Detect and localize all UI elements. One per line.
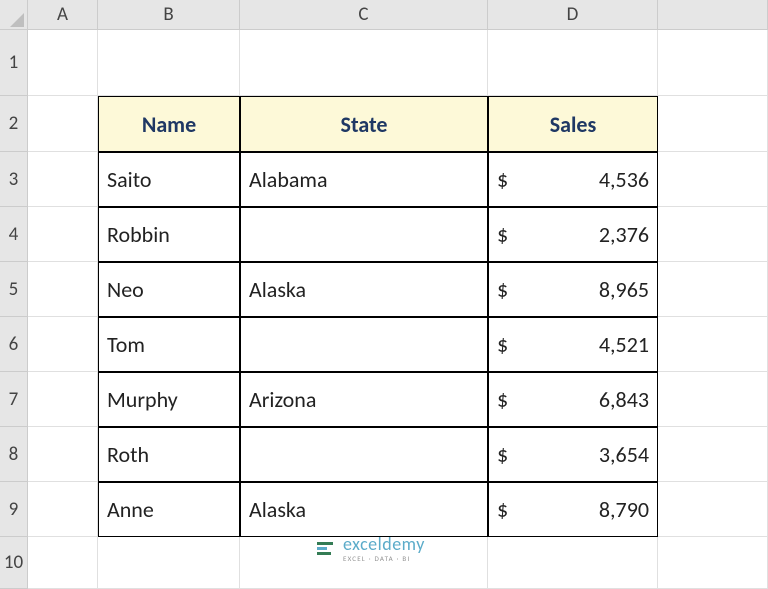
cell-E4[interactable]: [658, 207, 768, 262]
col-header-A[interactable]: A: [28, 0, 98, 29]
cell-E1[interactable]: [658, 30, 768, 96]
exceldemy-watermark: exceldemy EXCEL · DATA · BI: [315, 535, 425, 562]
header-name[interactable]: Name: [98, 96, 240, 152]
cell-D1[interactable]: [488, 30, 658, 96]
currency-symbol: $: [497, 276, 508, 303]
sales-value: 2,376: [599, 221, 649, 248]
row-header-10[interactable]: 10: [0, 537, 27, 589]
cell-name-3[interactable]: Tom: [98, 317, 240, 372]
cell-state-2[interactable]: Alaska: [240, 262, 488, 317]
cell-A7[interactable]: [28, 372, 98, 427]
row-header-8[interactable]: 8: [0, 427, 27, 482]
cell-A8[interactable]: [28, 427, 98, 482]
cell-E2[interactable]: [658, 96, 768, 152]
cell-sales-5[interactable]: $ 3,654: [488, 427, 658, 482]
row-headers: 1 2 3 4 5 6 7 8 9 10: [0, 30, 28, 589]
cell-A6[interactable]: [28, 317, 98, 372]
cell-sales-0[interactable]: $ 4,536: [488, 152, 658, 207]
spreadsheet-grid: Name State Sales Saito Alabama $ 4,536 R…: [28, 30, 768, 589]
cell-state-1[interactable]: [240, 207, 488, 262]
cell-E5[interactable]: [658, 262, 768, 317]
cell-name-5[interactable]: Roth: [98, 427, 240, 482]
watermark-title: exceldemy: [343, 535, 425, 553]
cell-state-6[interactable]: Alaska: [240, 482, 488, 537]
sales-value: 4,521: [599, 331, 649, 358]
cell-A1[interactable]: [28, 30, 98, 96]
cell-A2[interactable]: [28, 96, 98, 152]
row-header-5[interactable]: 5: [0, 262, 27, 317]
cell-state-4[interactable]: Arizona: [240, 372, 488, 427]
row-header-4[interactable]: 4: [0, 207, 27, 262]
cell-A10[interactable]: [28, 537, 98, 589]
cell-E7[interactable]: [658, 372, 768, 427]
header-state[interactable]: State: [240, 96, 488, 152]
cell-sales-1[interactable]: $ 2,376: [488, 207, 658, 262]
sales-value: 4,536: [599, 166, 649, 193]
cell-name-0[interactable]: Saito: [98, 152, 240, 207]
cell-name-4[interactable]: Murphy: [98, 372, 240, 427]
col-header-B[interactable]: B: [98, 0, 240, 29]
currency-symbol: $: [497, 386, 508, 413]
cell-E6[interactable]: [658, 317, 768, 372]
cell-B1[interactable]: [98, 30, 240, 96]
cell-sales-3[interactable]: $ 4,521: [488, 317, 658, 372]
select-all-corner[interactable]: [0, 0, 28, 30]
row-header-2[interactable]: 2: [0, 96, 27, 152]
sales-value: 3,654: [599, 441, 649, 468]
exceldemy-logo-icon: [315, 539, 335, 559]
cell-name-2[interactable]: Neo: [98, 262, 240, 317]
row-header-6[interactable]: 6: [0, 317, 27, 372]
cell-E3[interactable]: [658, 152, 768, 207]
cell-state-3[interactable]: [240, 317, 488, 372]
cell-B10[interactable]: [98, 537, 240, 589]
currency-symbol: $: [497, 331, 508, 358]
sales-value: 8,965: [599, 276, 649, 303]
col-header-C[interactable]: C: [240, 0, 488, 29]
cell-A5[interactable]: [28, 262, 98, 317]
cell-E9[interactable]: [658, 482, 768, 537]
row-header-1[interactable]: 1: [0, 30, 27, 96]
cell-A3[interactable]: [28, 152, 98, 207]
currency-symbol: $: [497, 496, 508, 523]
cell-sales-4[interactable]: $ 6,843: [488, 372, 658, 427]
currency-symbol: $: [497, 441, 508, 468]
cell-state-5[interactable]: [240, 427, 488, 482]
cell-sales-6[interactable]: $ 8,790: [488, 482, 658, 537]
col-header-D[interactable]: D: [488, 0, 658, 29]
cell-A9[interactable]: [28, 482, 98, 537]
row-header-9[interactable]: 9: [0, 482, 27, 537]
cell-E10[interactable]: [658, 537, 768, 589]
sales-value: 6,843: [599, 386, 649, 413]
header-sales[interactable]: Sales: [488, 96, 658, 152]
cell-name-1[interactable]: Robbin: [98, 207, 240, 262]
row-header-7[interactable]: 7: [0, 372, 27, 427]
cell-name-6[interactable]: Anne: [98, 482, 240, 537]
cell-A4[interactable]: [28, 207, 98, 262]
row-header-3[interactable]: 3: [0, 152, 27, 207]
cell-C1[interactable]: [240, 30, 488, 96]
cell-E8[interactable]: [658, 427, 768, 482]
cell-D10[interactable]: [488, 537, 658, 589]
exceldemy-text: exceldemy EXCEL · DATA · BI: [343, 535, 425, 562]
watermark-subtitle: EXCEL · DATA · BI: [343, 555, 425, 562]
sales-value: 8,790: [599, 496, 649, 523]
currency-symbol: $: [497, 166, 508, 193]
cell-state-0[interactable]: Alabama: [240, 152, 488, 207]
currency-symbol: $: [497, 221, 508, 248]
column-headers: A B C D: [28, 0, 768, 30]
cell-sales-2[interactable]: $ 8,965: [488, 262, 658, 317]
col-header-spare[interactable]: [658, 0, 768, 29]
